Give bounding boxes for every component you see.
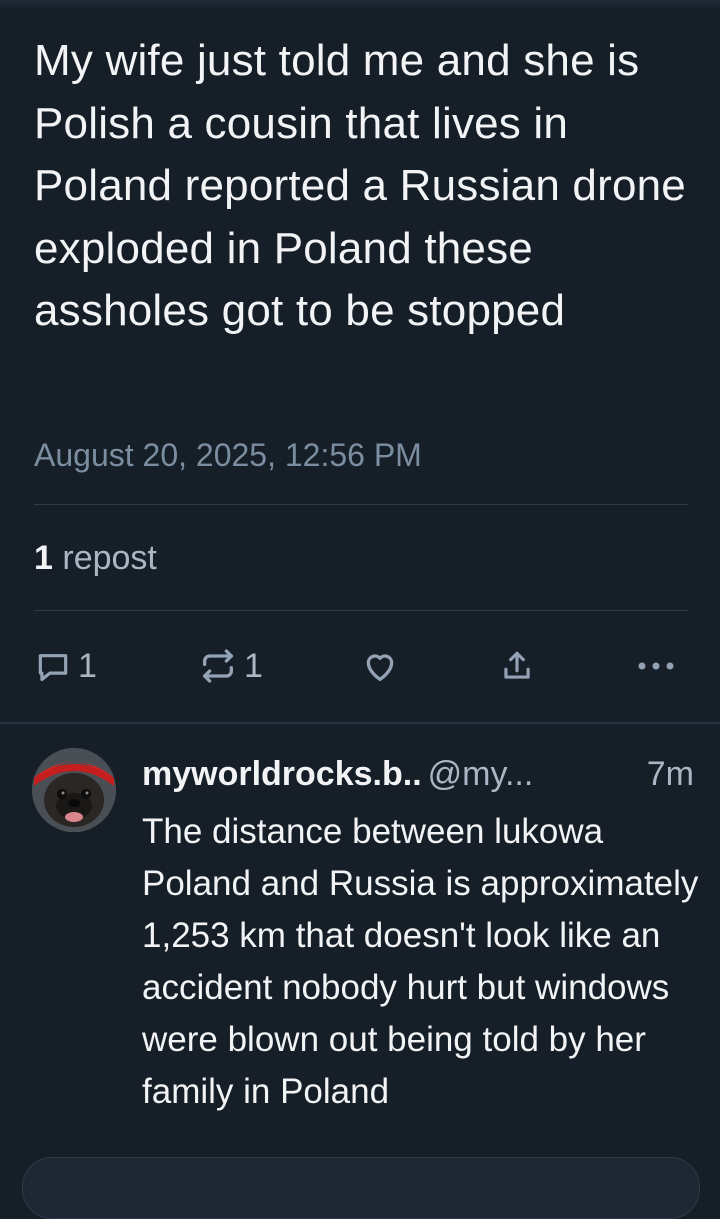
share-icon (498, 647, 536, 685)
repost-icon (198, 646, 238, 686)
repost-stat-count: 1 (34, 539, 53, 577)
reply-clip: myworldrocks.b.. @my... 7m The distance b… (0, 724, 720, 1156)
reply-count: 1 (78, 646, 97, 685)
reply-header: myworldrocks.b.. @my... 7m (142, 752, 694, 796)
divider (34, 610, 688, 611)
repost-stats[interactable]: 1 repost (34, 536, 157, 580)
reply-display-name[interactable]: myworldrocks.b.. (142, 755, 422, 793)
post-text: My wife just told me and she is Polish a… (34, 36, 686, 335)
reply-handle[interactable]: @my... (428, 755, 534, 793)
divider (34, 504, 688, 505)
main-post: My wife just told me and she is Polish a… (0, 0, 720, 722)
reply-post[interactable]: myworldrocks.b.. @my... 7m The distance b… (0, 724, 720, 1179)
reply-button[interactable]: 1 (34, 640, 97, 692)
reply-text: The distance between lukowa Poland and R… (142, 812, 699, 1111)
more-dots-icon (634, 646, 678, 686)
post-actions: 1 1 (34, 640, 688, 692)
share-button[interactable] (498, 640, 536, 692)
like-button[interactable] (360, 640, 400, 692)
comment-icon (34, 647, 72, 685)
more-button[interactable] (634, 640, 678, 692)
heart-icon (360, 646, 400, 686)
repost-count: 1 (244, 646, 263, 685)
post-timestamp: August 20, 2025, 12:56 PM (34, 437, 422, 473)
repost-stat-label: repost (62, 539, 157, 577)
reply-composer[interactable] (22, 1157, 700, 1219)
reply-time: 7m (646, 755, 694, 793)
avatar[interactable] (32, 748, 116, 832)
repost-button[interactable]: 1 (198, 640, 263, 692)
